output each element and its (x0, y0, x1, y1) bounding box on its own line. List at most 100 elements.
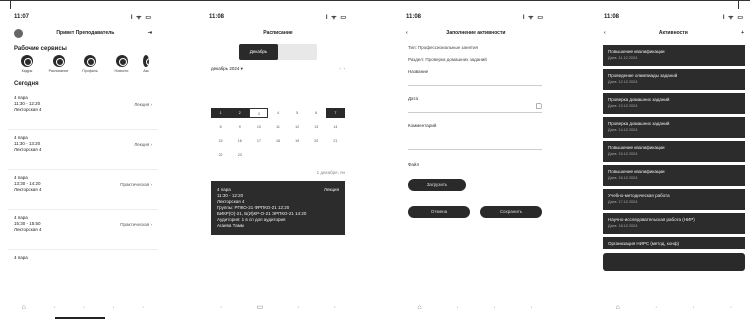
calendar-day[interactable]: 8 (211, 122, 230, 132)
activity-item[interactable]: Проверка домашних заданий Дата: 14.12.202… (603, 117, 745, 138)
chevron-down-icon: ▾ (240, 66, 243, 71)
activity-item[interactable]: Повышение квалификации Дата: 15.12.2024 (603, 141, 745, 162)
calendar-day[interactable]: 16 (230, 136, 249, 146)
selected-date: 1 декабря, пн (316, 170, 345, 175)
service-item[interactable]: Акк (140, 55, 154, 73)
home-icon[interactable]: ⌂ (22, 304, 26, 311)
activity-date: Дата: 12.12.2024 (608, 80, 638, 84)
activity-item[interactable]: Научно-исследовательская работа (НИР) Дат… (603, 213, 745, 234)
cancel-button[interactable]: Отмена (408, 206, 470, 218)
service-item[interactable]: Кадры (14, 55, 40, 73)
activity-item[interactable]: Проверка домашних заданий Дата: 13.12.202… (603, 93, 745, 114)
status-time: 11:08 (209, 14, 225, 20)
calendar-day[interactable]: 15 (211, 136, 230, 146)
calendar-day[interactable]: 1 (211, 108, 231, 118)
back-icon[interactable]: ‹ (604, 30, 606, 36)
name-field[interactable]: Название (408, 69, 542, 86)
lesson-row[interactable]: 4 пара (8, 250, 158, 268)
activity-date: Дата: 18.12.2024 (608, 224, 638, 228)
service-item[interactable]: Новости (109, 55, 135, 73)
calendar-day[interactable]: 2 (230, 108, 250, 118)
status-bar: 11:07 l ᯤ ▭ (8, 10, 158, 24)
calendar-icon[interactable]: ▢ (535, 101, 542, 112)
service-item[interactable]: Расписание (46, 55, 72, 73)
calendar-day[interactable]: 10 (249, 122, 268, 132)
upload-button[interactable]: Загрузить (408, 179, 466, 191)
activity-item[interactable]: Повышение квалификации Дата: 16.12.2024 (603, 165, 745, 186)
nav-dot-icon[interactable]: · (220, 304, 222, 311)
lesson-card[interactable]: 4 пара Лекция 11:30 - 12:20 Лекторская 4 … (211, 181, 345, 235)
activity-item[interactable]: Учебно-методическая работа Дата: 17.12.20… (603, 189, 745, 210)
date-row: 1 декабря, пн (203, 160, 353, 181)
name-input[interactable] (408, 74, 542, 86)
nav-dot-icon[interactable]: · (142, 304, 144, 311)
lesson-room: Лекторская 4 (14, 227, 42, 232)
status-icons: l ᯤ ▭ (522, 15, 544, 21)
nav-dot-icon[interactable]: · (112, 304, 114, 311)
lesson-row[interactable]: 4 пара 15:30 - 15:50 Лекторская 4 Практиче… (8, 210, 158, 250)
service-item[interactable]: Профиль (77, 55, 103, 73)
activity-date: Дата: 13.12.2024 (608, 104, 638, 108)
logout-icon[interactable]: ⇥ (148, 30, 152, 36)
prev-icon[interactable]: ‹ (339, 66, 341, 71)
nav-dot-icon[interactable]: · (730, 304, 732, 311)
nav-dot-icon[interactable]: · (456, 304, 458, 311)
calendar-icon[interactable]: ▭ (256, 303, 263, 311)
month-selector[interactable]: декабрь 2024 ▾ ‹ › (203, 60, 353, 78)
calendar-day[interactable]: 3 (249, 108, 269, 118)
add-activity-button[interactable] (603, 253, 745, 271)
calendar-day[interactable]: 7 (325, 108, 345, 118)
lesson-room: Лекторская 4 (14, 187, 42, 192)
activity-date: Дата: 11.12.2024 (608, 56, 638, 60)
nav-dot-icon[interactable]: · (53, 304, 55, 311)
page-title: Заполнение активности (446, 30, 506, 36)
activity-item[interactable]: Проведение олимпиады заданий Дата: 12.12.… (603, 69, 745, 90)
nav-dot-icon[interactable]: · (83, 304, 85, 311)
add-icon[interactable]: + (741, 30, 744, 36)
nav-dot-icon[interactable]: · (655, 304, 657, 311)
avatar[interactable] (14, 28, 23, 38)
activity-date: Дата: 16.12.2024 (608, 176, 638, 180)
segment-inactive[interactable] (278, 44, 317, 60)
segment-active[interactable]: Декабрь (239, 44, 278, 60)
calendar-day[interactable]: 18 (268, 136, 287, 146)
nav-dot-icon[interactable]: · (297, 304, 299, 311)
calendar-day[interactable]: 13 (307, 122, 326, 132)
home-header: Привет Преподаватель ⇥ (8, 24, 158, 42)
activity-item[interactable]: Повышение квалификации Дата: 11.12.2024 (603, 45, 745, 66)
comment-input[interactable] (408, 128, 542, 150)
lesson-type: Практическая (120, 182, 150, 187)
calendar-day[interactable]: 20 (307, 136, 326, 146)
calendar-day[interactable]: 23 (230, 150, 249, 160)
calendar-day[interactable]: 5 (288, 108, 307, 118)
nav-dot-icon[interactable]: · (334, 304, 336, 311)
nav-dot-icon[interactable]: · (493, 304, 495, 311)
calendar-day[interactable]: 9 (230, 122, 249, 132)
nav-dot-icon[interactable]: · (530, 304, 532, 311)
nav-dot-icon[interactable]: · (693, 304, 695, 311)
activity-item[interactable]: Организация НИРС (метод, конф) (603, 237, 745, 249)
schedule-header: Расписание (203, 24, 353, 42)
lesson-row[interactable]: 4 пара 13:30 - 14:20 Лекторская 4 Практиче… (8, 170, 158, 210)
date-input[interactable]: ▢ (408, 101, 542, 113)
save-button[interactable]: Сохранить (480, 206, 542, 218)
home-icon[interactable]: ⌂ (417, 304, 421, 311)
calendar-day[interactable]: 22 (211, 150, 230, 160)
calendar-day[interactable]: 21 (326, 136, 345, 146)
next-icon[interactable]: › (344, 66, 346, 71)
back-icon[interactable]: ‹ (406, 30, 408, 36)
calendar-day[interactable]: 17 (249, 136, 268, 146)
calendar-day[interactable]: 11 (268, 122, 287, 132)
calendar-day[interactable]: 12 (288, 122, 307, 132)
calendar-day[interactable]: 6 (307, 108, 326, 118)
home-icon[interactable]: ⌂ (616, 304, 620, 311)
view-toggle[interactable]: Декабрь (239, 44, 317, 60)
calendar-day[interactable]: 14 (326, 122, 345, 132)
comment-field[interactable]: Комментарий (408, 123, 542, 150)
calendar-day[interactable]: 19 (288, 136, 307, 146)
services-title: Рабочие сервисы (14, 46, 67, 52)
lesson-row[interactable]: 4 пара 11:30 - 13:20 Лекторская 4 Лекция › (8, 130, 158, 170)
lesson-row[interactable]: 4 пара 11:30 - 12:20 Лекторская 4 Лекция › (8, 90, 158, 130)
calendar-day[interactable]: 4 (268, 108, 287, 118)
date-field[interactable]: Дата ▢ (408, 96, 542, 113)
